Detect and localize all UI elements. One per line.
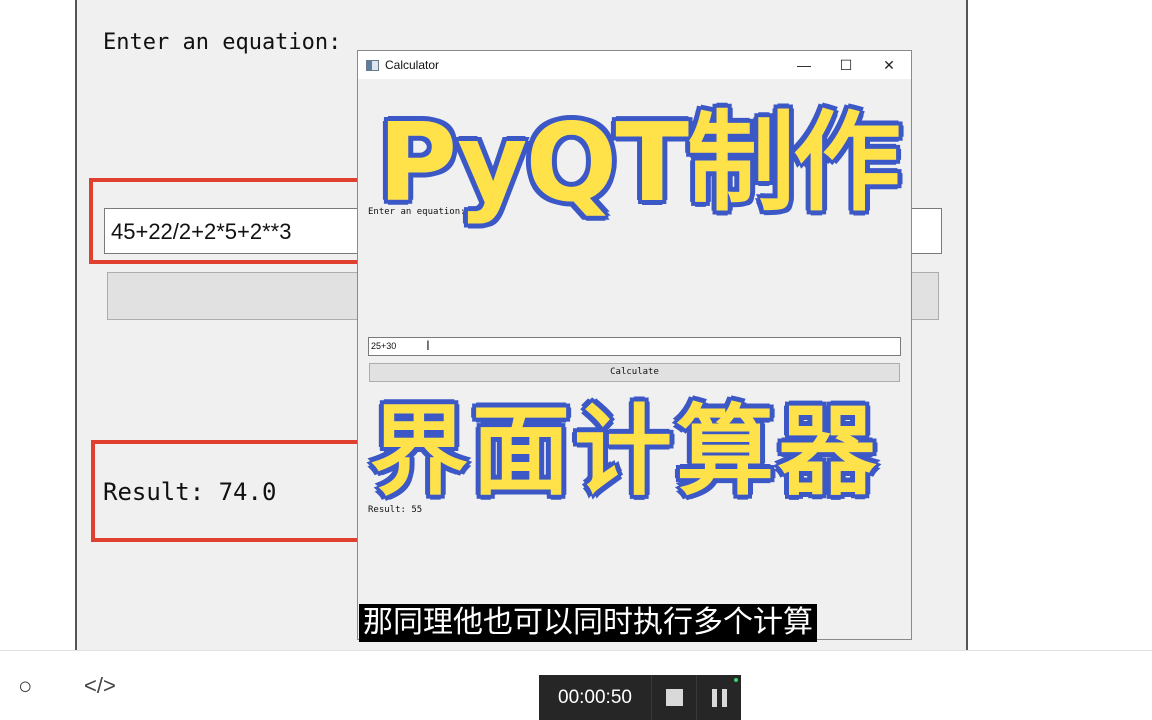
pause-icon xyxy=(711,688,727,707)
recording-indicator-icon xyxy=(734,678,738,682)
maximize-button[interactable]: ☐ xyxy=(825,51,867,79)
stop-icon xyxy=(665,689,683,706)
overlay-title-line1: PyQT制作 xyxy=(376,100,902,228)
minimize-button[interactable]: — xyxy=(783,51,825,79)
bg-equation-label: Enter an equation: xyxy=(103,30,342,55)
window-title: Calculator xyxy=(385,58,440,72)
code-icon[interactable]: </> xyxy=(84,673,116,699)
circle-icon[interactable]: ○ xyxy=(18,673,33,701)
close-button[interactable]: ✕ xyxy=(868,51,910,79)
text-cursor-icon: I xyxy=(426,337,430,353)
recording-controls: 00:00:50 xyxy=(539,675,741,720)
stop-button[interactable] xyxy=(651,675,696,720)
recording-timer: 00:00:50 xyxy=(558,686,632,708)
window-titlebar[interactable]: Calculator — ☐ ✕ xyxy=(358,51,911,79)
equation-input[interactable]: 25+30 xyxy=(368,337,901,356)
bg-result-label: Result: 74.0 xyxy=(103,478,277,506)
overlay-title-line2: 界面计算器 xyxy=(368,394,881,511)
video-subtitle: 那同理他也可以同时执行多个计算 xyxy=(359,604,817,642)
app-icon xyxy=(366,59,379,71)
